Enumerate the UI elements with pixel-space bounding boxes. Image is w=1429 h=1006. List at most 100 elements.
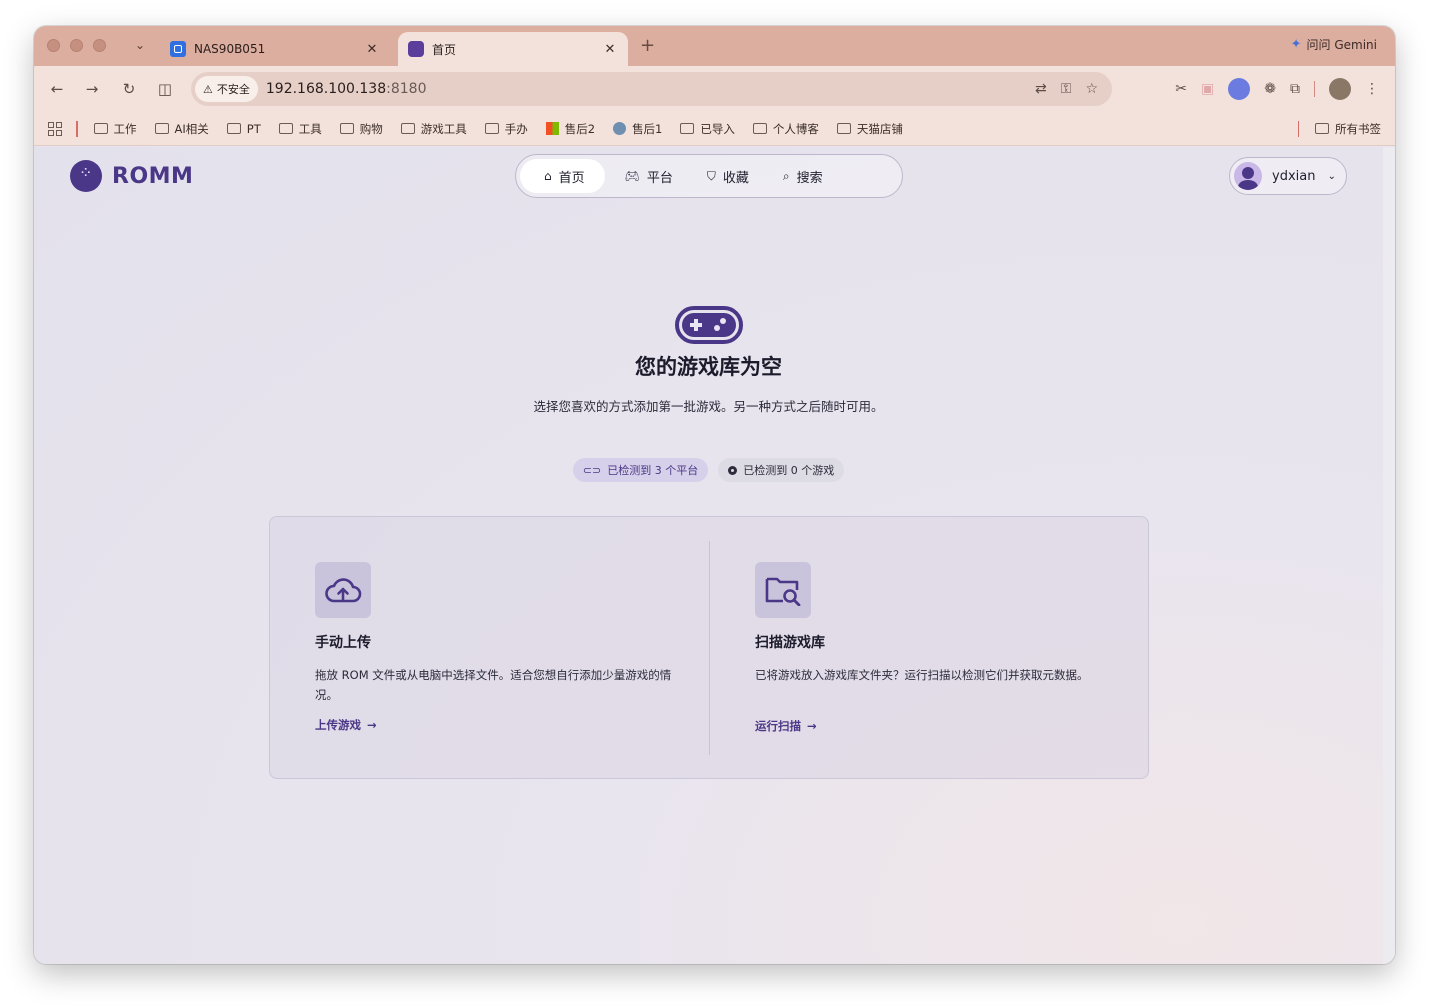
- back-icon[interactable]: ←: [46, 78, 68, 100]
- extensions-area: ✂ ▣ ❁ ⧉ ⋮: [1175, 78, 1379, 100]
- search-icon: ⌕: [782, 168, 790, 183]
- detection-chips: ⊂⊃ 已检测到 3 个平台 已检测到 0 个游戏: [34, 458, 1383, 482]
- run-scan-link[interactable]: 运行扫描 →: [755, 718, 1115, 734]
- close-tab-icon[interactable]: ✕: [364, 42, 380, 57]
- bookmark-folder[interactable]: 工作: [93, 121, 137, 137]
- romm-logo[interactable]: ROMM: [70, 160, 193, 192]
- arrow-right-icon: →: [807, 719, 817, 733]
- gemini-label: 问问 Gemini: [1306, 38, 1377, 52]
- scan-card: 扫描游戏库 已将游戏放入游戏库文件夹？运行扫描以检测它们并获取元数据。 运行扫描…: [755, 562, 1115, 734]
- tab-strip: ⌄ NAS90B051 ✕ 首页 ✕ + ✦ 问问 Gemini: [34, 26, 1395, 66]
- new-tab-button[interactable]: +: [640, 34, 655, 58]
- bookmark-folder[interactable]: 天猫店铺: [836, 121, 903, 137]
- address-bar[interactable]: ⚠ 不安全 192.168.100.138:8180 ⇄ ⚿ ☆: [191, 72, 1112, 106]
- bookmark-folder[interactable]: AI相关: [154, 121, 209, 137]
- upload-description: 拖放 ROM 文件或从电脑中选择文件。适合您想自行添加少量游戏的情况。: [315, 668, 672, 702]
- extensions-puzzle-icon[interactable]: ⧉: [1290, 81, 1300, 97]
- bookmark-label: PT: [246, 121, 261, 136]
- empty-state-title: 您的游戏库为空: [635, 355, 782, 379]
- close-window-button[interactable]: [47, 39, 60, 52]
- main-navigation: ⌂ 首页 🎮︎ 平台 ⛉ 收藏 ⌕ 搜索: [515, 154, 903, 198]
- all-bookmarks-folder[interactable]: 所有书签: [1315, 121, 1381, 137]
- nav-label: 搜索: [796, 170, 823, 186]
- arrow-right-icon: →: [367, 718, 377, 732]
- folder-icon: [400, 123, 415, 134]
- gamepad-icon: 🎮︎: [624, 169, 640, 183]
- minimize-window-button[interactable]: [70, 39, 83, 52]
- nav-label: 平台: [646, 170, 673, 186]
- microsoft-favicon-icon: [545, 122, 559, 135]
- panel-divider: [709, 541, 710, 755]
- user-menu[interactable]: ydxian ⌄: [1229, 157, 1347, 195]
- reload-icon[interactable]: ↻: [118, 78, 140, 100]
- bookmark-folder[interactable]: 游戏工具: [400, 121, 467, 137]
- upload-cloud-icon: [315, 562, 371, 618]
- bookmark-folder[interactable]: 已导入: [680, 121, 735, 137]
- tab-home[interactable]: 首页 ✕: [398, 32, 628, 66]
- bookmarks-bar: 工作 AI相关 PT 工具 购物 游戏工具 手办 售后2 售后1 已导入 个人博…: [34, 112, 1395, 146]
- bookmark-icon: ⛉: [706, 168, 716, 183]
- bookmark-star-icon[interactable]: ☆: [1085, 81, 1098, 97]
- nas-favicon-icon: [170, 41, 186, 57]
- security-indicator[interactable]: ⚠ 不安全: [195, 76, 258, 102]
- bookmark-link[interactable]: 售后2: [545, 121, 595, 137]
- forward-icon[interactable]: →: [81, 78, 103, 100]
- nav-label: 收藏: [722, 170, 749, 186]
- folder-icon: [836, 123, 851, 134]
- bookmark-label: 天猫店铺: [856, 121, 903, 136]
- bookmark-label: 工作: [113, 121, 137, 136]
- gemini-button[interactable]: ✦ 问问 Gemini: [1291, 36, 1377, 53]
- nav-search[interactable]: ⌕ 搜索: [769, 159, 837, 193]
- bookmark-link[interactable]: 售后1: [613, 121, 662, 137]
- extension-reader-icon[interactable]: ▣: [1201, 81, 1214, 97]
- add-games-panel: 手动上传 拖放 ROM 文件或从电脑中选择文件。适合您想自行添加少量游戏的情况。…: [269, 516, 1149, 779]
- folder-icon: [1315, 123, 1329, 134]
- bookmark-label: 购物: [359, 121, 383, 136]
- url-host: 192.168.100.138: [265, 81, 387, 97]
- home-icon: ⌂: [544, 169, 552, 183]
- folder-icon: [226, 123, 241, 134]
- page-scrollbar[interactable]: [1383, 147, 1395, 964]
- bookmark-folder[interactable]: 个人博客: [752, 121, 819, 137]
- nav-platforms[interactable]: 🎮︎ 平台: [611, 159, 687, 193]
- browser-menu-icon[interactable]: ⋮: [1365, 81, 1379, 97]
- maximize-window-button[interactable]: [93, 39, 106, 52]
- bookmark-separator: [76, 120, 78, 137]
- extension-scissors-icon[interactable]: ✂: [1175, 81, 1187, 97]
- romm-page: ROMM ⌂ 首页 🎮︎ 平台 ⛉ 收藏 ⌕ 搜索 ydxian ⌄: [34, 147, 1383, 964]
- tab-search-chevron-icon[interactable]: ⌄: [132, 36, 148, 54]
- nav-home[interactable]: ⌂ 首页: [520, 159, 605, 193]
- folder-icon: [680, 123, 695, 134]
- bookmark-folder[interactable]: 手办: [484, 121, 528, 137]
- browser-toolbar: ← → ↻ ◫ ⚠ 不安全 192.168.100.138:8180 ⇄ ⚿ ☆…: [34, 66, 1395, 112]
- gamepad-hero-icon: [675, 306, 743, 344]
- bookmark-label: 售后1: [632, 121, 663, 136]
- profile-avatar[interactable]: [1329, 78, 1351, 100]
- close-tab-icon[interactable]: ✕: [602, 42, 618, 57]
- url-text[interactable]: 192.168.100.138:8180: [266, 81, 427, 97]
- password-key-icon[interactable]: ⚿: [1061, 81, 1072, 97]
- platforms-detected-chip: ⊂⊃ 已检测到 3 个平台: [572, 458, 709, 482]
- nav-collections[interactable]: ⛉ 收藏: [693, 159, 763, 193]
- logo-text: ROMM: [112, 163, 194, 189]
- chip-label: 已检测到 0 个游戏: [743, 464, 835, 477]
- bookmark-folder[interactable]: 购物: [339, 121, 383, 137]
- bookmark-label: AI相关: [174, 121, 209, 136]
- scan-title: 扫描游戏库: [755, 635, 825, 651]
- folder-search-icon: [755, 562, 811, 618]
- upload-games-link[interactable]: 上传游戏 →: [315, 717, 675, 733]
- upload-card: 手动上传 拖放 ROM 文件或从电脑中选择文件。适合您想自行添加少量游戏的情况。…: [315, 562, 675, 733]
- extension-openai-icon[interactable]: ❁: [1264, 81, 1276, 97]
- warning-icon: ⚠: [203, 82, 213, 96]
- romm-favicon-icon: [408, 41, 424, 57]
- tab-nas[interactable]: NAS90B051 ✕: [160, 32, 390, 66]
- gemini-sparkle-icon: ✦: [1290, 37, 1302, 52]
- apps-grid-icon[interactable]: [48, 121, 62, 136]
- translate-icon[interactable]: ⇄: [1035, 81, 1047, 97]
- folder-icon: [484, 123, 499, 134]
- extension-active-icon[interactable]: [1228, 78, 1251, 100]
- bookmark-folder[interactable]: 工具: [278, 121, 322, 137]
- tab-title: 首页: [432, 42, 457, 57]
- split-view-icon[interactable]: ◫: [154, 78, 176, 100]
- bookmark-folder[interactable]: PT: [226, 121, 261, 136]
